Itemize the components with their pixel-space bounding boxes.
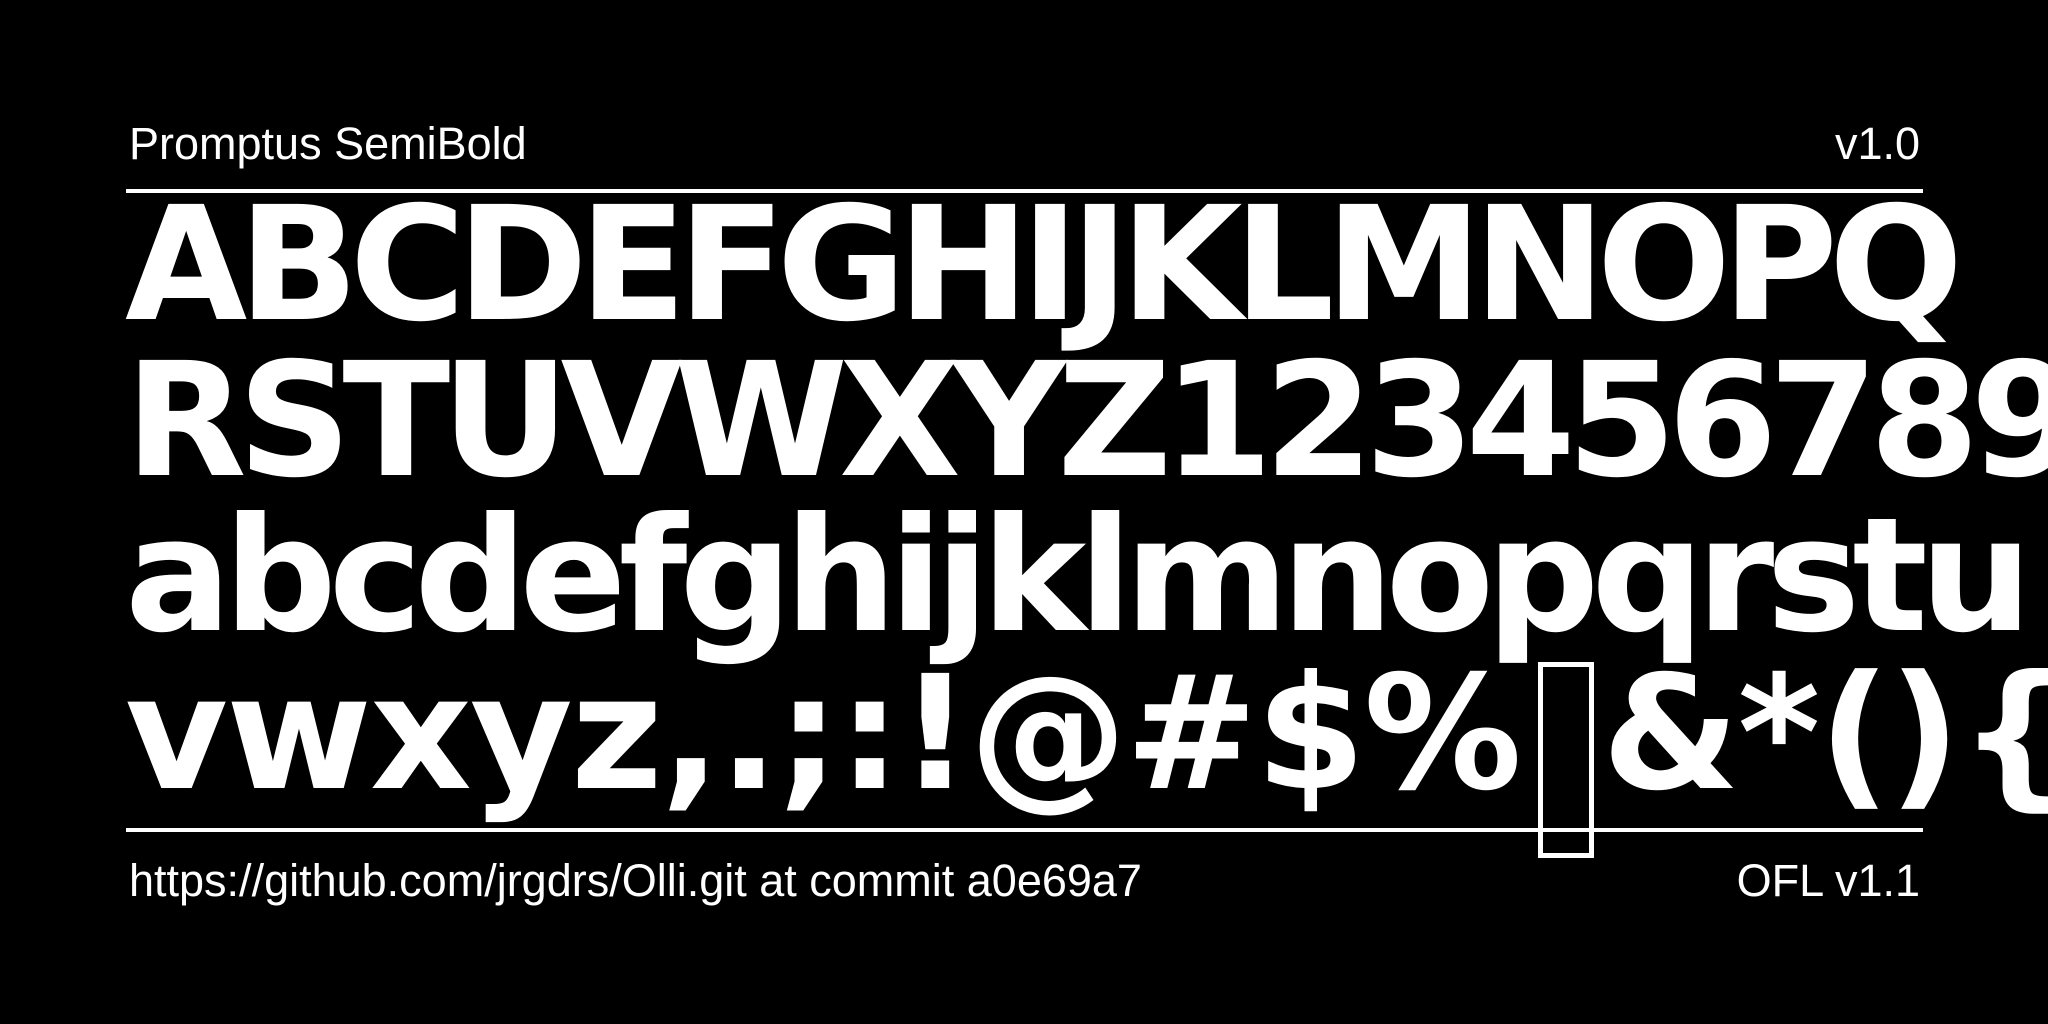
font-specimen: Promptus SemiBold v1.0 ABCDEFGHIJKLMNOPQ… <box>0 0 2048 1024</box>
glyph-segment-before-missing: vwxyz,.;:!@#$% <box>125 642 1522 826</box>
glyph-line-uppercase-1: ABCDEFGHIJKLMNOPQ <box>125 173 1963 357</box>
font-name: Promptus SemiBold <box>129 118 527 169</box>
bottom-divider <box>126 828 1923 832</box>
font-version: v1.0 <box>1834 118 1920 169</box>
glyph-line-lowercase-1: abcdefghijklmnopqrstu <box>125 484 2032 668</box>
license: OFL v1.1 <box>1736 855 1920 906</box>
source-repository: https://github.com/jrgdrs/Olli.git at co… <box>129 855 1142 906</box>
glyph-segment-after-missing: &*(){}[] <box>1601 642 2048 826</box>
glyph-line-uppercase-2-digits: RSTUVWXYZ123456789 <box>125 329 2048 513</box>
